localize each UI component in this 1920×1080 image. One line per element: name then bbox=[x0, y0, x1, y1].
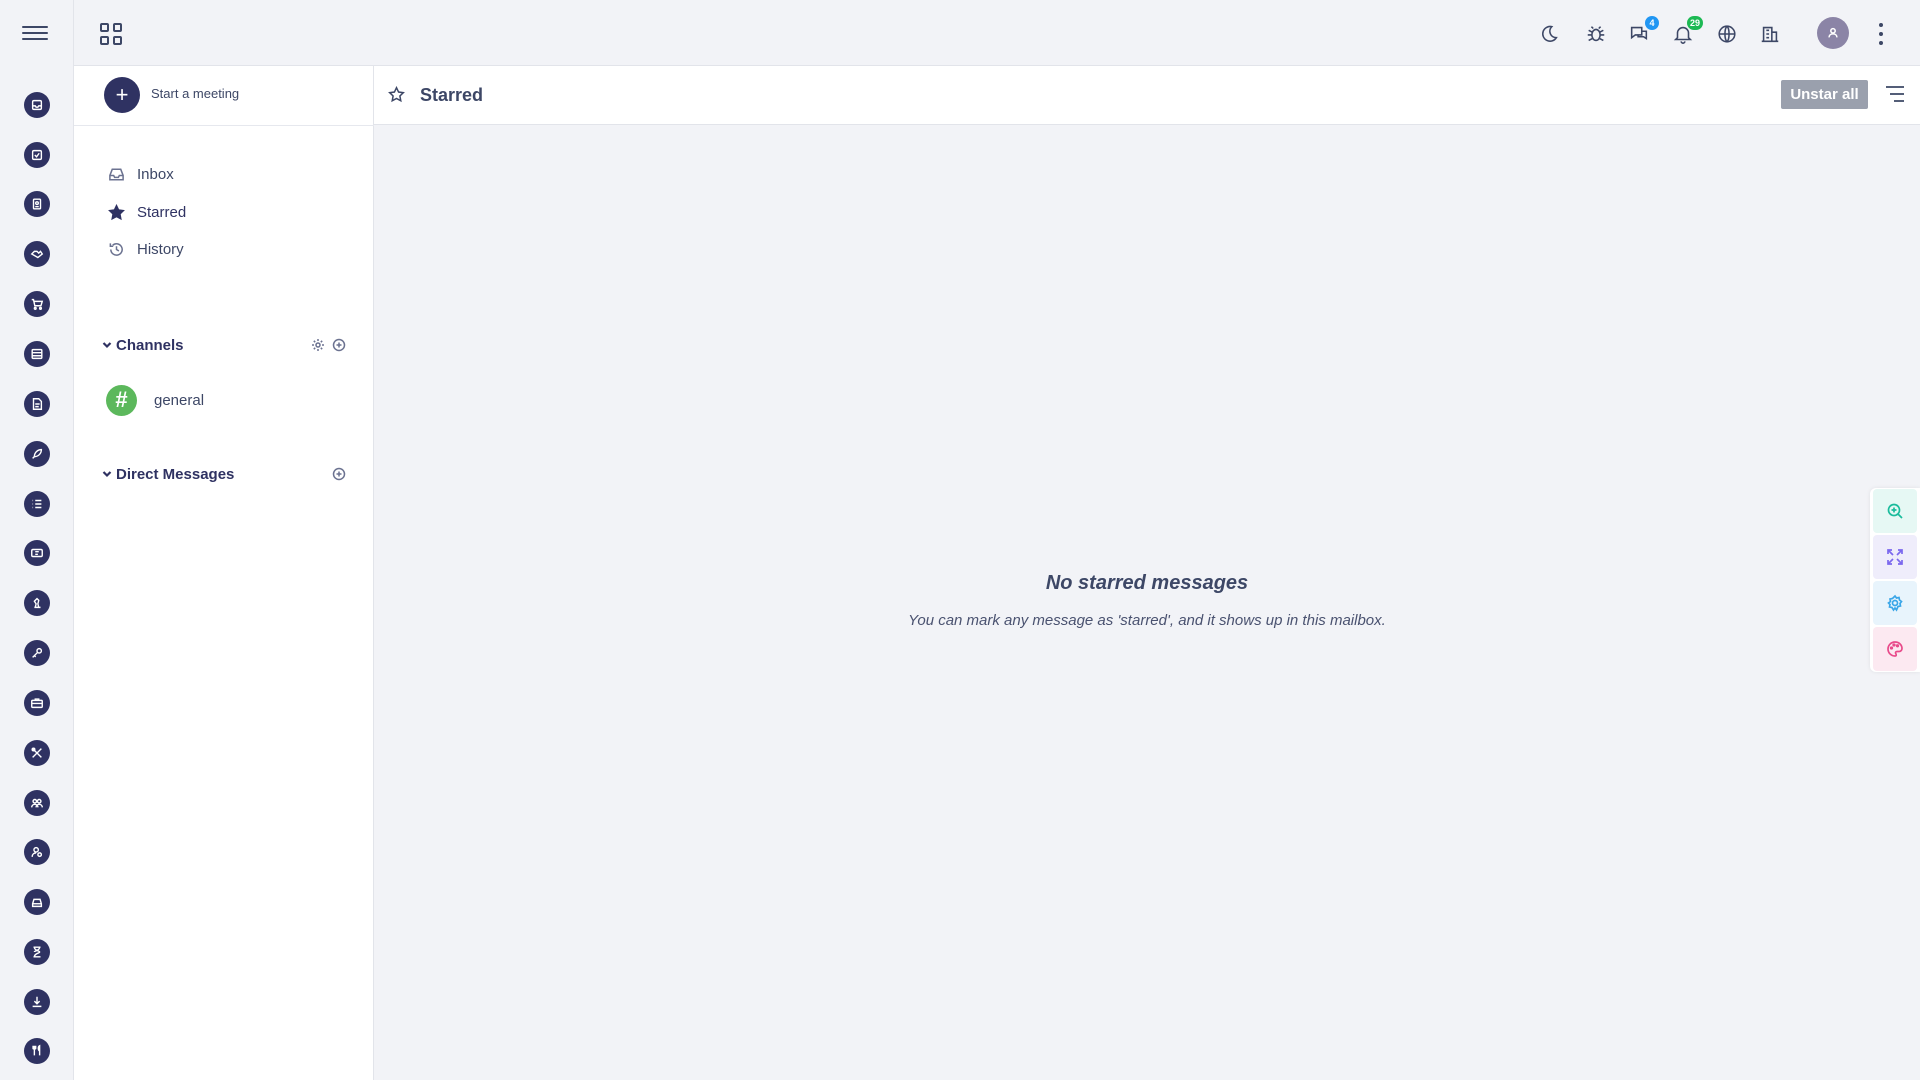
app-rail bbox=[0, 0, 74, 1080]
filter-icon[interactable] bbox=[1884, 84, 1906, 104]
channel-label: general bbox=[154, 391, 205, 409]
avatar[interactable] bbox=[1817, 17, 1849, 49]
invoice-icon[interactable] bbox=[24, 391, 50, 417]
moon-icon[interactable] bbox=[1535, 20, 1563, 48]
database-icon[interactable] bbox=[24, 341, 50, 367]
list-icon[interactable] bbox=[24, 491, 50, 517]
briefcase-icon[interactable] bbox=[24, 690, 50, 716]
gear-icon[interactable] bbox=[311, 338, 325, 352]
rocket-icon[interactable] bbox=[24, 441, 50, 467]
expand-icon[interactable] bbox=[1873, 535, 1917, 579]
nav-item-history[interactable]: History bbox=[108, 237, 184, 261]
hourglass-icon[interactable] bbox=[24, 939, 50, 965]
hamburger-icon[interactable] bbox=[22, 22, 48, 44]
channel-avatar: # bbox=[106, 384, 137, 416]
channels-title: Channels bbox=[116, 336, 184, 354]
zoom-in-icon[interactable] bbox=[1873, 489, 1917, 533]
bell-icon[interactable]: 29 bbox=[1669, 16, 1703, 48]
chat-badge: 4 bbox=[1645, 16, 1659, 30]
history-icon bbox=[109, 242, 123, 256]
user-icon bbox=[1828, 27, 1838, 38]
building-icon[interactable] bbox=[1756, 20, 1784, 48]
nav-item-label: Inbox bbox=[137, 165, 174, 183]
nav-item-label: History bbox=[137, 240, 184, 258]
user-settings-icon[interactable] bbox=[24, 839, 50, 865]
handshake-icon[interactable] bbox=[24, 241, 50, 267]
cart-icon[interactable] bbox=[24, 291, 50, 317]
chevron-down-icon bbox=[102, 342, 112, 349]
apps-grid-icon[interactable] bbox=[100, 23, 122, 45]
chess-icon[interactable] bbox=[24, 590, 50, 616]
channels-header[interactable]: Channels bbox=[102, 334, 184, 356]
direct-messages-title: Direct Messages bbox=[116, 465, 235, 483]
car-icon[interactable] bbox=[24, 889, 50, 915]
settings-icon[interactable] bbox=[1873, 581, 1917, 625]
empty-state-text: You can mark any message as 'starred', a… bbox=[908, 612, 1386, 629]
add-direct-message-icon[interactable] bbox=[332, 467, 346, 481]
ticket-icon[interactable] bbox=[24, 540, 50, 566]
plus-icon: + bbox=[115, 82, 129, 107]
empty-state-title: No starred messages bbox=[1045, 572, 1249, 594]
page-title: Starred bbox=[420, 85, 484, 105]
team-icon[interactable] bbox=[24, 790, 50, 816]
chat-sidebar: + Start a meeting Inbox Starred History … bbox=[74, 66, 374, 1080]
task-check-icon[interactable] bbox=[24, 142, 50, 168]
unstar-all-button[interactable]: Unstar all bbox=[1781, 80, 1868, 109]
chevron-down-icon bbox=[102, 471, 112, 478]
chat-icon[interactable]: 4 bbox=[1625, 16, 1659, 48]
key-icon[interactable] bbox=[24, 640, 50, 666]
download-icon[interactable] bbox=[24, 989, 50, 1015]
bug-icon[interactable] bbox=[1582, 20, 1610, 48]
star-icon bbox=[108, 203, 125, 220]
channel-item-general[interactable]: # general bbox=[106, 384, 204, 416]
restaurant-icon[interactable] bbox=[24, 1038, 50, 1064]
direct-messages-header[interactable]: Direct Messages bbox=[102, 463, 234, 485]
globe-icon[interactable] bbox=[1713, 20, 1741, 48]
add-channel-icon[interactable] bbox=[332, 338, 346, 352]
kebab-icon[interactable] bbox=[1875, 21, 1887, 47]
message-area: No starred messages You can mark any mes… bbox=[374, 125, 1920, 1080]
top-bar: 4 29 bbox=[74, 0, 1920, 66]
star-icon bbox=[388, 85, 405, 103]
nav-item-inbox[interactable]: Inbox bbox=[108, 162, 174, 186]
start-meeting-button[interactable]: + bbox=[104, 77, 140, 113]
start-meeting-label[interactable]: Start a meeting bbox=[151, 86, 239, 101]
contact-icon[interactable] bbox=[24, 191, 50, 217]
floating-toolbar bbox=[1870, 488, 1920, 672]
palette-icon[interactable] bbox=[1873, 627, 1917, 671]
notification-badge: 29 bbox=[1686, 16, 1703, 30]
inbox-icon bbox=[109, 168, 124, 180]
main-header: Starred Unstar all bbox=[374, 66, 1920, 125]
start-meeting-row: + Start a meeting bbox=[74, 66, 374, 126]
tools-icon[interactable] bbox=[24, 740, 50, 766]
nav-item-starred[interactable]: Starred bbox=[108, 200, 186, 224]
nav-item-label: Starred bbox=[137, 203, 187, 221]
inbox-icon[interactable] bbox=[24, 92, 50, 118]
